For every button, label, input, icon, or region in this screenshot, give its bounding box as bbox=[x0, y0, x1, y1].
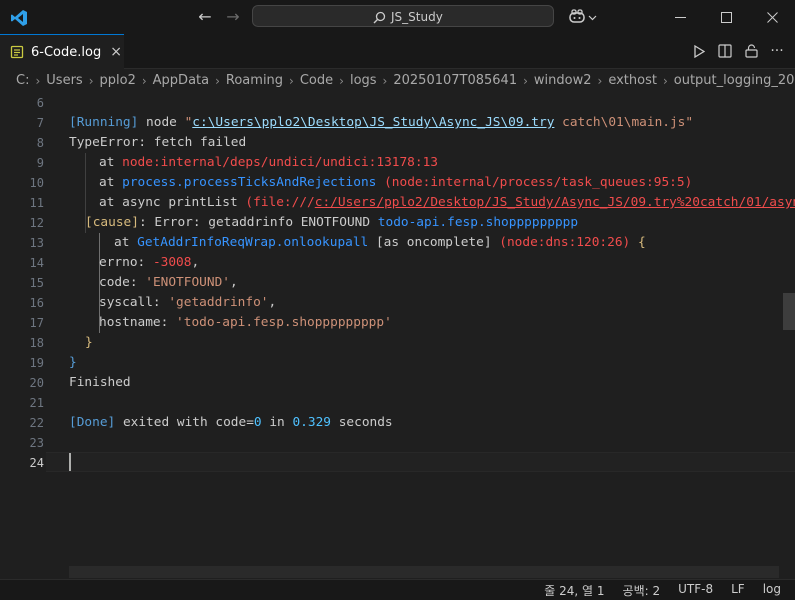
log-line-19: } bbox=[69, 355, 77, 370]
breadcrumb-item[interactable]: pplo2 bbox=[100, 73, 136, 88]
line-number: 14 bbox=[29, 256, 44, 270]
log-line-10: at process.processTicksAndRejections (no… bbox=[99, 175, 693, 190]
status-cursor-position[interactable]: 줄 24, 열 1 bbox=[544, 582, 604, 599]
breadcrumb: C: › Users › pplo2 › AppData › Roaming › Code › logs… bbox=[0, 69, 795, 93]
log-line-9: at node:internal/deps/undici/undici:1317… bbox=[99, 155, 439, 170]
line-number: 17 bbox=[29, 316, 44, 330]
status-eol[interactable]: LF bbox=[731, 582, 745, 599]
status-encoding[interactable]: UTF-8 bbox=[678, 582, 713, 599]
line-number: 10 bbox=[29, 176, 44, 190]
log-line-7: [Running] node "c:\Users\pplo2\Desktop\J… bbox=[69, 115, 694, 130]
lock-button[interactable] bbox=[743, 43, 759, 59]
tab-close-icon[interactable]: × bbox=[110, 45, 122, 59]
minimize-icon bbox=[674, 16, 686, 18]
breadcrumb-item[interactable]: logs bbox=[350, 73, 377, 88]
line-number: 12 bbox=[29, 216, 44, 230]
editor-actions: ··· bbox=[691, 43, 785, 59]
line-number: 18 bbox=[29, 336, 44, 350]
log-line-18: } bbox=[85, 335, 93, 350]
breadcrumb-separator-icon: › bbox=[339, 73, 344, 88]
split-editor-button[interactable] bbox=[717, 43, 733, 59]
log-line-22: [Done] exited with code=0 in 0.329 secon… bbox=[69, 415, 393, 430]
breadcrumb-separator-icon: › bbox=[289, 73, 294, 88]
vertical-scrollbar[interactable] bbox=[783, 293, 795, 330]
status-language[interactable]: log bbox=[763, 582, 781, 599]
breadcrumb-item[interactable]: Users bbox=[46, 73, 82, 88]
line-number: 13 bbox=[29, 236, 44, 250]
search-icon bbox=[373, 11, 386, 23]
command-center-search[interactable]: JS_Study bbox=[252, 5, 554, 27]
breadcrumb-separator-icon: › bbox=[35, 73, 41, 88]
close-icon bbox=[766, 11, 778, 23]
forward-icon[interactable]: → bbox=[224, 8, 242, 26]
line-number: 16 bbox=[29, 296, 44, 310]
status-bar: 줄 24, 열 1 공백: 2 UTF-8 LF log bbox=[0, 579, 795, 600]
horizontal-scrollbar[interactable] bbox=[69, 566, 779, 578]
breadcrumb-separator-icon: › bbox=[523, 73, 528, 88]
log-line-20: Finished bbox=[69, 375, 131, 390]
line-number: 20 bbox=[29, 376, 44, 390]
line-number: 9 bbox=[36, 156, 44, 170]
breadcrumb-item[interactable]: exthost bbox=[608, 73, 657, 88]
breadcrumb-item[interactable]: 20250107T085641 bbox=[393, 73, 517, 88]
breadcrumb-item[interactable]: window2 bbox=[534, 73, 592, 88]
tab-6-code-log[interactable]: 6-Code.log × bbox=[0, 34, 124, 69]
maximize-icon bbox=[720, 11, 732, 23]
minimize-button[interactable] bbox=[657, 0, 703, 34]
line-number: 22 bbox=[29, 416, 44, 430]
more-actions-icon[interactable]: ··· bbox=[769, 43, 785, 59]
breadcrumb-separator-icon: › bbox=[141, 73, 147, 88]
breadcrumb-item[interactable]: AppData bbox=[153, 73, 209, 88]
close-window-button[interactable] bbox=[749, 0, 795, 34]
log-line-12: [cause]: Error: getaddrinfo ENOTFOUND to… bbox=[85, 215, 579, 230]
run-icon bbox=[694, 44, 705, 58]
split-editor-icon bbox=[718, 44, 732, 58]
line-number: 19 bbox=[29, 356, 44, 370]
breadcrumb-item[interactable]: C: bbox=[16, 73, 29, 88]
title-bar: ← → JS_Study bbox=[0, 0, 795, 34]
line-number: 23 bbox=[29, 436, 44, 450]
vscode-logo-icon[interactable] bbox=[10, 9, 28, 27]
log-line-14: errno: -3008, bbox=[99, 255, 200, 270]
log-line-17: hostname: 'todo-api.fesp.shoppppppppp' bbox=[99, 315, 392, 330]
maximize-button[interactable] bbox=[703, 0, 749, 34]
breadcrumb-item[interactable]: Roaming bbox=[226, 73, 283, 88]
lock-icon bbox=[744, 44, 758, 58]
chevron-down-icon bbox=[588, 15, 597, 20]
log-line-8: TypeError: fetch failed bbox=[69, 135, 247, 150]
run-button[interactable] bbox=[691, 43, 707, 59]
line-number: 7 bbox=[36, 116, 44, 130]
breadcrumb-separator-icon: › bbox=[597, 73, 603, 88]
breadcrumb-item[interactable]: output_logging_20250107T190355 bbox=[674, 73, 795, 88]
editor[interactable]: 6 7 8 9 10 11 12 13 14 15 16 17 18 19 20 21 22 23 24 [Runn… bbox=[0, 93, 795, 579]
log-file-icon bbox=[10, 45, 24, 59]
line-number: 11 bbox=[29, 196, 44, 210]
search-text: JS_Study bbox=[391, 10, 443, 24]
tab-bar: 6-Code.log × ··· bbox=[0, 34, 795, 69]
breadcrumb-separator-icon: › bbox=[215, 73, 220, 88]
current-line-highlight bbox=[46, 452, 795, 472]
breadcrumb-separator-icon: › bbox=[662, 73, 668, 88]
breadcrumb-separator-icon: › bbox=[88, 73, 94, 88]
copilot-button[interactable] bbox=[568, 8, 598, 26]
log-line-11: at async printList (file:///c:/Users/ppl… bbox=[99, 195, 795, 210]
breadcrumb-item[interactable]: Code bbox=[300, 73, 333, 88]
line-number: 21 bbox=[29, 396, 44, 410]
log-line-13: at GetAddrInfoReqWrap.onlookupall [as on… bbox=[114, 235, 646, 250]
status-indentation[interactable]: 공백: 2 bbox=[623, 582, 661, 599]
line-number: 15 bbox=[29, 276, 44, 290]
log-line-15: code: 'ENOTFOUND', bbox=[99, 275, 238, 290]
log-line-16: syscall: 'getaddrinfo', bbox=[99, 295, 277, 310]
line-number: 8 bbox=[36, 136, 44, 150]
line-number: 24 bbox=[29, 456, 44, 470]
breadcrumb-separator-icon: › bbox=[382, 73, 388, 88]
back-icon[interactable]: ← bbox=[196, 8, 214, 26]
line-number: 6 bbox=[36, 96, 44, 110]
text-cursor bbox=[69, 453, 71, 471]
tab-label: 6-Code.log bbox=[31, 44, 102, 60]
copilot-icon bbox=[569, 9, 585, 23]
